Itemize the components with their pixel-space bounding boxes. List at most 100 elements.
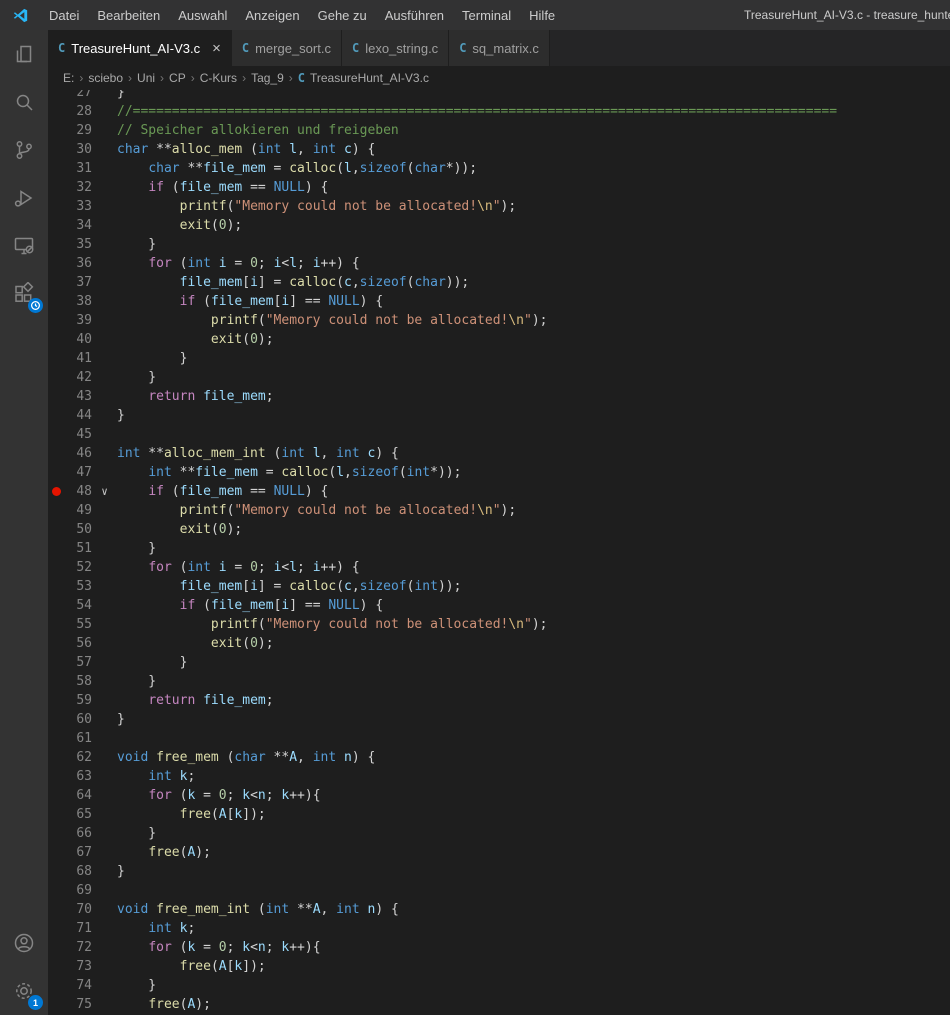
code-line-28[interactable]: 28//====================================… xyxy=(48,102,950,121)
code-line-64[interactable]: 64 for (k = 0; k<n; k++){ xyxy=(48,786,950,805)
tab-lexo-string-c[interactable]: Clexo_string.c xyxy=(342,30,449,66)
code-line-70[interactable]: 70void free_mem_int (int **A, int n) { xyxy=(48,900,950,919)
menu-ausf-hren[interactable]: Ausführen xyxy=(376,0,453,30)
line-number: 27 xyxy=(64,90,92,100)
menu-hilfe[interactable]: Hilfe xyxy=(520,0,564,30)
menu-datei[interactable]: Datei xyxy=(40,0,88,30)
code-line-58[interactable]: 58 } xyxy=(48,672,950,691)
code-line-68[interactable]: 68} xyxy=(48,862,950,881)
code-line-57[interactable]: 57 } xyxy=(48,653,950,672)
code-line-71[interactable]: 71 int k; xyxy=(48,919,950,938)
line-number: 56 xyxy=(64,636,92,651)
code-line-54[interactable]: 54 if (file_mem[i] == NULL) { xyxy=(48,596,950,615)
code-text: file_mem[i] = calloc(c,sizeof(int)); xyxy=(117,579,461,594)
code-line-40[interactable]: 40 exit(0); xyxy=(48,330,950,349)
breadcrumb-item-sciebo[interactable]: sciebo xyxy=(88,71,123,85)
tab-sq-matrix-c[interactable]: Csq_matrix.c xyxy=(449,30,550,66)
code-line-39[interactable]: 39 printf("Memory could not be allocated… xyxy=(48,311,950,330)
code-line-48[interactable]: 48∨ if (file_mem == NULL) { xyxy=(48,482,950,501)
main-area: 1 CTreasureHunt_AI-V3.c×Cmerge_sort.cCle… xyxy=(0,30,950,1015)
code-line-51[interactable]: 51 } xyxy=(48,539,950,558)
code-line-52[interactable]: 52 for (int i = 0; i<l; i++) { xyxy=(48,558,950,577)
code-text: int k; xyxy=(117,921,195,936)
menu-bearbeiten[interactable]: Bearbeiten xyxy=(88,0,169,30)
search-icon[interactable] xyxy=(0,78,48,126)
code-line-45[interactable]: 45 xyxy=(48,425,950,444)
code-line-62[interactable]: 62void free_mem (char **A, int n) { xyxy=(48,748,950,767)
tab-merge-sort-c[interactable]: Cmerge_sort.c xyxy=(232,30,342,66)
code-line-29[interactable]: 29// Speicher allokieren und freigeben xyxy=(48,121,950,140)
run-debug-icon[interactable] xyxy=(0,174,48,222)
activity-bar-top xyxy=(0,30,48,318)
code-line-55[interactable]: 55 printf("Memory could not be allocated… xyxy=(48,615,950,634)
line-number: 66 xyxy=(64,826,92,841)
code-line-69[interactable]: 69 xyxy=(48,881,950,900)
source-control-icon[interactable] xyxy=(0,126,48,174)
code-line-49[interactable]: 49 printf("Memory could not be allocated… xyxy=(48,501,950,520)
code-line-33[interactable]: 33 printf("Memory could not be allocated… xyxy=(48,197,950,216)
code-line-53[interactable]: 53 file_mem[i] = calloc(c,sizeof(int)); xyxy=(48,577,950,596)
code-line-65[interactable]: 65 free(A[k]); xyxy=(48,805,950,824)
code-line-74[interactable]: 74 } xyxy=(48,976,950,995)
menu-auswahl[interactable]: Auswahl xyxy=(169,0,236,30)
code-line-30[interactable]: 30char **alloc_mem (int l, int c) { xyxy=(48,140,950,159)
code-line-61[interactable]: 61 xyxy=(48,729,950,748)
line-number: 53 xyxy=(64,579,92,594)
code-line-35[interactable]: 35 } xyxy=(48,235,950,254)
code-line-44[interactable]: 44} xyxy=(48,406,950,425)
code-line-32[interactable]: 32 if (file_mem == NULL) { xyxy=(48,178,950,197)
code-line-37[interactable]: 37 file_mem[i] = calloc(c,sizeof(char)); xyxy=(48,273,950,292)
code-line-56[interactable]: 56 exit(0); xyxy=(48,634,950,653)
line-number: 29 xyxy=(64,123,92,138)
line-number: 68 xyxy=(64,864,92,879)
settings-gear-icon[interactable]: 1 xyxy=(0,967,48,1015)
code-line-73[interactable]: 73 free(A[k]); xyxy=(48,957,950,976)
menu-anzeigen[interactable]: Anzeigen xyxy=(236,0,308,30)
code-line-31[interactable]: 31 char **file_mem = calloc(l,sizeof(cha… xyxy=(48,159,950,178)
c-file-icon: C xyxy=(459,41,466,55)
accounts-icon[interactable] xyxy=(0,919,48,967)
line-number: 37 xyxy=(64,275,92,290)
code-line-41[interactable]: 41 } xyxy=(48,349,950,368)
breadcrumb-item-cp[interactable]: CP xyxy=(169,71,186,85)
code-editor[interactable]: 27}28//=================================… xyxy=(48,90,950,1015)
code-line-34[interactable]: 34 exit(0); xyxy=(48,216,950,235)
breadcrumb-item-tag-9[interactable]: Tag_9 xyxy=(251,71,284,85)
code-line-36[interactable]: 36 for (int i = 0; i<l; i++) { xyxy=(48,254,950,273)
breadcrumb-item-uni[interactable]: Uni xyxy=(137,71,155,85)
code-line-60[interactable]: 60} xyxy=(48,710,950,729)
explorer-icon[interactable] xyxy=(0,30,48,78)
line-number: 47 xyxy=(64,465,92,480)
code-line-59[interactable]: 59 return file_mem; xyxy=(48,691,950,710)
editor-column: CTreasureHunt_AI-V3.c×Cmerge_sort.cClexo… xyxy=(48,30,950,1015)
code-line-46[interactable]: 46int **alloc_mem_int (int l, int c) { xyxy=(48,444,950,463)
code-line-63[interactable]: 63 int k; xyxy=(48,767,950,786)
code-text: printf("Memory could not be allocated!\n… xyxy=(117,617,548,632)
menu-gehe-zu[interactable]: Gehe zu xyxy=(309,0,376,30)
code-line-43[interactable]: 43 return file_mem; xyxy=(48,387,950,406)
code-line-50[interactable]: 50 exit(0); xyxy=(48,520,950,539)
code-line-27[interactable]: 27} xyxy=(48,90,950,102)
code-line-42[interactable]: 42 } xyxy=(48,368,950,387)
extensions-icon[interactable] xyxy=(0,270,48,318)
breadcrumb-item-file[interactable]: TreasureHunt_AI-V3.c xyxy=(310,71,429,85)
code-line-38[interactable]: 38 if (file_mem[i] == NULL) { xyxy=(48,292,950,311)
code-line-72[interactable]: 72 for (k = 0; k<n; k++){ xyxy=(48,938,950,957)
close-icon[interactable]: × xyxy=(212,41,221,56)
breakpoint-dot[interactable] xyxy=(52,487,61,496)
gutter-breakpoint-area[interactable] xyxy=(48,487,64,496)
tab-treasurehunt-ai-v3-c[interactable]: CTreasureHunt_AI-V3.c× xyxy=(48,30,232,66)
code-text: } xyxy=(117,237,156,252)
chevron-right-icon: › xyxy=(79,71,83,85)
chevron-down-icon[interactable]: ∨ xyxy=(92,485,117,498)
code-line-75[interactable]: 75 free(A); xyxy=(48,995,950,1014)
breadcrumb-item-e[interactable]: E: xyxy=(63,71,74,85)
line-number: 44 xyxy=(64,408,92,423)
menu-terminal[interactable]: Terminal xyxy=(453,0,520,30)
breadcrumb-item-c-kurs[interactable]: C-Kurs xyxy=(200,71,237,85)
code-line-67[interactable]: 67 free(A); xyxy=(48,843,950,862)
remote-explorer-icon[interactable] xyxy=(0,222,48,270)
code-line-47[interactable]: 47 int **file_mem = calloc(l,sizeof(int*… xyxy=(48,463,950,482)
code-line-66[interactable]: 66 } xyxy=(48,824,950,843)
code-text: void free_mem (char **A, int n) { xyxy=(117,750,375,765)
